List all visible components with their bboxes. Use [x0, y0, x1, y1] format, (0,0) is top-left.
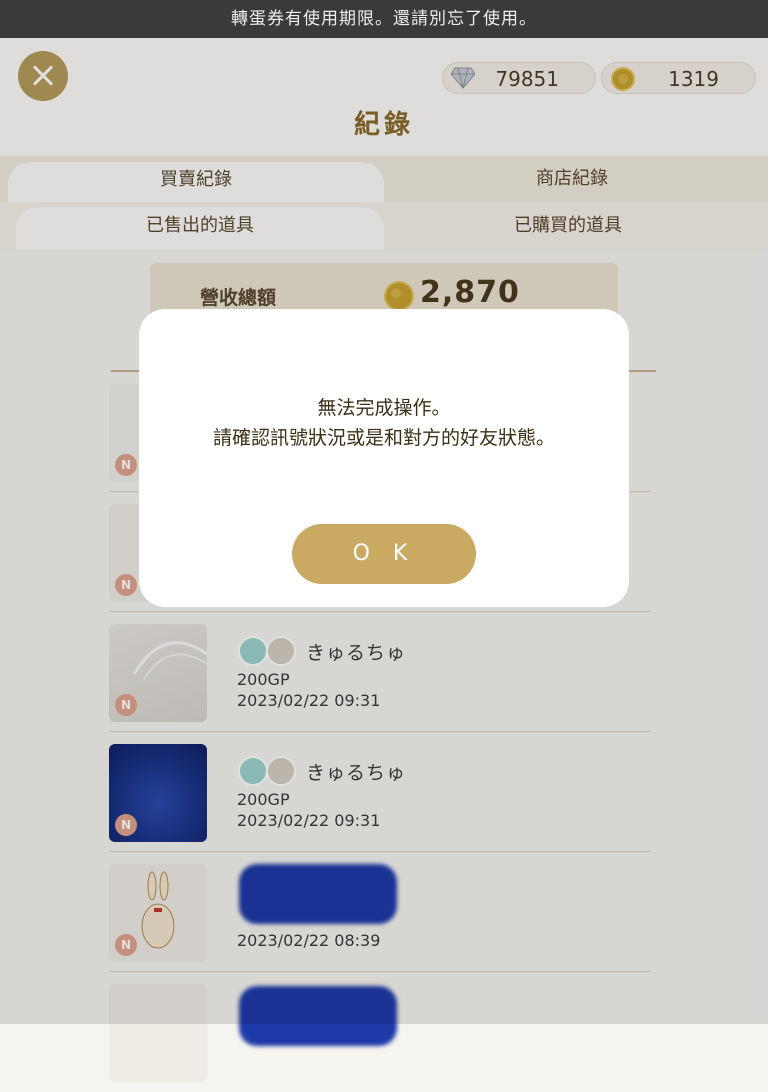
- notice-banner: 轉蛋券有使用期限。還請別忘了使用。: [0, 0, 768, 38]
- error-dialog: 無法完成操作。 請確認訊號狀況或是和對方的好友狀態。 O K: [139, 309, 629, 607]
- error-message: 無法完成操作。 請確認訊號狀況或是和對方的好友狀態。: [139, 393, 629, 453]
- message-line-1: 無法完成操作。: [317, 397, 451, 419]
- message-line-2: 請確認訊號狀況或是和對方的好友狀態。: [212, 427, 555, 449]
- ok-button[interactable]: O K: [292, 524, 476, 584]
